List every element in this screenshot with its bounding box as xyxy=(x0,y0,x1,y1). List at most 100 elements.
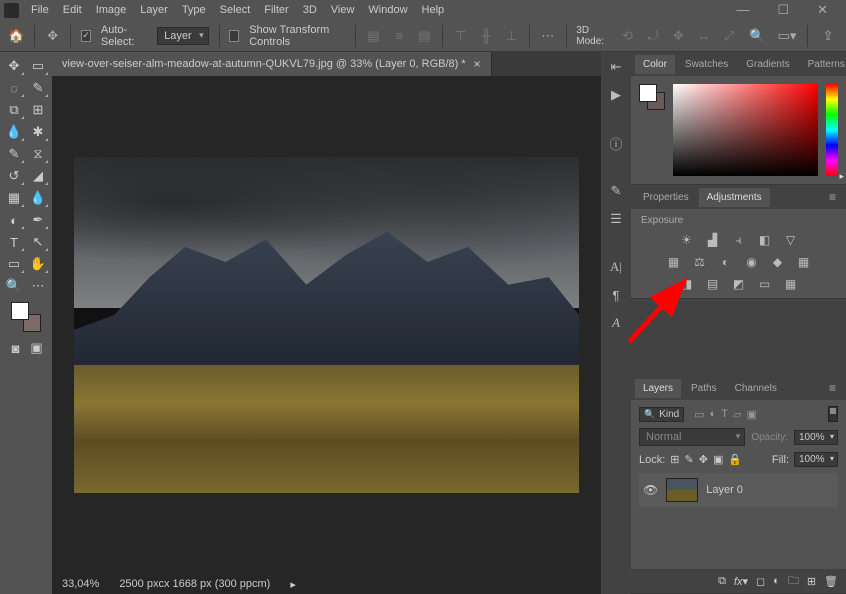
frame-tool[interactable]: ⊞ xyxy=(27,100,49,120)
tab-patterns[interactable]: Patterns xyxy=(800,55,846,74)
clone-tool[interactable]: ⧖ xyxy=(27,144,49,164)
zoom-tool[interactable]: 🔍 xyxy=(3,276,25,296)
lock-transparent-icon[interactable]: ⊞ xyxy=(670,453,679,466)
more-align-icon[interactable]: ⋯ xyxy=(540,27,555,45)
expand-panels-icon[interactable]: ⇤ xyxy=(607,58,625,76)
edit-toolbar[interactable]: ⋯ xyxy=(27,276,49,296)
brushsettings-panel-icon[interactable]: ☰ xyxy=(607,210,625,228)
gradient-map-icon[interactable]: ▭ xyxy=(756,276,774,292)
filter-smart-icon[interactable]: ▣ xyxy=(747,408,757,421)
lock-position-icon[interactable]: ✥ xyxy=(699,453,708,466)
delete-layer-icon[interactable]: 🗑 xyxy=(824,575,838,588)
3d-slide-icon[interactable]: ↔ xyxy=(696,27,711,45)
new-layer-icon[interactable]: ⊞ xyxy=(807,575,816,588)
window-close[interactable]: ✕ xyxy=(811,0,834,20)
menu-layer[interactable]: Layer xyxy=(134,2,174,18)
show-transform-checkbox[interactable] xyxy=(229,30,239,42)
color-picker-field[interactable] xyxy=(673,84,818,176)
3d-orbit-icon[interactable]: ⟲ xyxy=(620,27,635,45)
align-center-h-icon[interactable]: ≡ xyxy=(391,27,406,45)
layer-thumbnail[interactable] xyxy=(666,478,698,502)
align-center-v-icon[interactable]: ╫ xyxy=(478,27,493,45)
hue-slider[interactable] xyxy=(826,84,838,176)
align-bottom-icon[interactable]: ⊥ xyxy=(504,27,519,45)
blur-tool[interactable]: 💧 xyxy=(27,188,49,208)
layer-filter-kind[interactable]: Kind xyxy=(639,407,684,422)
hue-saturation-icon[interactable]: ▦ xyxy=(665,254,683,270)
channel-mixer-icon[interactable]: ◆ xyxy=(769,254,787,270)
filter-pixel-icon[interactable]: ▭ xyxy=(694,408,704,421)
move-tool[interactable]: ✥ xyxy=(3,56,25,76)
exposure-icon[interactable]: ◧ xyxy=(756,232,774,248)
dodge-tool[interactable]: ◐ xyxy=(3,210,25,230)
auto-select-checkbox[interactable]: ✓ xyxy=(81,30,91,42)
align-left-icon[interactable]: ▤ xyxy=(366,27,381,45)
auto-select-target[interactable]: Layer xyxy=(157,27,209,45)
lock-artboard-icon[interactable]: ▣ xyxy=(713,453,723,466)
new-adjustment-icon[interactable]: ◐ xyxy=(773,575,780,587)
path-select-tool[interactable]: ↖ xyxy=(27,232,49,252)
link-layers-icon[interactable]: ⧉ xyxy=(718,575,726,588)
close-tab-icon[interactable]: × xyxy=(474,57,481,71)
lock-all-icon[interactable]: 🔒 xyxy=(728,453,742,466)
levels-icon[interactable]: ▟ xyxy=(704,232,722,248)
vibrance-icon[interactable]: ▽ xyxy=(782,232,800,248)
tab-paths[interactable]: Paths xyxy=(683,379,725,398)
healing-tool[interactable]: ✱ xyxy=(27,122,49,142)
color-balance-icon[interactable]: ⚖ xyxy=(691,254,709,270)
eraser-tool[interactable]: ◢ xyxy=(27,166,49,186)
glyphs-panel-icon[interactable]: A xyxy=(607,314,625,332)
layer-item[interactable]: 👁 Layer 0 xyxy=(639,473,838,507)
fill-value[interactable]: 100% xyxy=(794,452,838,467)
opacity-value[interactable]: 100% xyxy=(794,430,838,445)
menu-select[interactable]: Select xyxy=(214,2,257,18)
tab-swatches[interactable]: Swatches xyxy=(677,55,736,74)
menu-image[interactable]: Image xyxy=(90,2,133,18)
type-tool[interactable]: T xyxy=(3,232,25,252)
share-icon[interactable]: ⇪ xyxy=(818,27,838,45)
tab-gradients[interactable]: Gradients xyxy=(738,55,797,74)
align-right-icon[interactable]: ▤ xyxy=(417,27,432,45)
move-tool-icon[interactable]: ✥ xyxy=(45,27,60,45)
filter-adjust-icon[interactable]: ◐ xyxy=(710,408,717,421)
menu-window[interactable]: Window xyxy=(362,2,413,18)
paragraph-panel-icon[interactable]: ¶ xyxy=(607,286,625,304)
color-swatches[interactable] xyxy=(11,302,41,332)
3d-scale-icon[interactable]: ⤢ xyxy=(722,27,737,45)
rectangle-tool[interactable]: ▭ xyxy=(3,254,25,274)
visibility-icon[interactable]: 👁 xyxy=(643,483,658,497)
3d-pan-icon[interactable]: ✥ xyxy=(671,27,686,45)
layer-mask-icon[interactable]: ◻ xyxy=(756,575,765,588)
menu-view[interactable]: View xyxy=(325,2,361,18)
menu-edit[interactable]: Edit xyxy=(57,2,88,18)
layer-name[interactable]: Layer 0 xyxy=(706,484,743,496)
blend-mode-select[interactable]: Normal xyxy=(639,428,745,446)
photo-filter-icon[interactable]: ◉ xyxy=(743,254,761,270)
panel-color-swatches[interactable] xyxy=(639,84,665,110)
doc-dimensions[interactable]: 2500 pxcx 1668 px (300 ppcm) xyxy=(119,578,270,590)
tab-layers[interactable]: Layers xyxy=(635,379,681,398)
history-brush-tool[interactable]: ↺ xyxy=(3,166,25,186)
brush-tool[interactable]: ✎ xyxy=(3,144,25,164)
brightness-contrast-icon[interactable]: ☀ xyxy=(678,232,696,248)
curves-icon[interactable]: ⫞ xyxy=(730,232,748,248)
home-icon[interactable]: 🏠 xyxy=(8,27,24,45)
menu-filter[interactable]: Filter xyxy=(258,2,294,18)
lock-image-icon[interactable]: ✎ xyxy=(685,453,694,466)
color-lookup-icon[interactable]: ▦ xyxy=(795,254,813,270)
align-top-icon[interactable]: ⊤ xyxy=(453,27,468,45)
black-white-icon[interactable]: ◐ xyxy=(717,254,735,270)
info-panel-icon[interactable]: ⓘ xyxy=(607,134,625,152)
posterize-icon[interactable]: ▤ xyxy=(704,276,722,292)
pen-tool[interactable]: ✒ xyxy=(27,210,49,230)
tab-color[interactable]: Color xyxy=(635,55,675,74)
tab-adjustments[interactable]: Adjustments xyxy=(699,188,770,207)
invert-icon[interactable]: ◨ xyxy=(678,276,696,292)
zoom-readout[interactable]: 33,04% xyxy=(62,578,99,590)
brush-panel-icon[interactable]: ✎ xyxy=(607,182,625,200)
tab-properties[interactable]: Properties xyxy=(635,188,697,207)
threshold-icon[interactable]: ◩ xyxy=(730,276,748,292)
window-maximize[interactable]: ☐ xyxy=(771,0,795,20)
document-canvas[interactable] xyxy=(74,157,579,493)
panel-menu-icon[interactable]: ≡ xyxy=(823,381,842,395)
